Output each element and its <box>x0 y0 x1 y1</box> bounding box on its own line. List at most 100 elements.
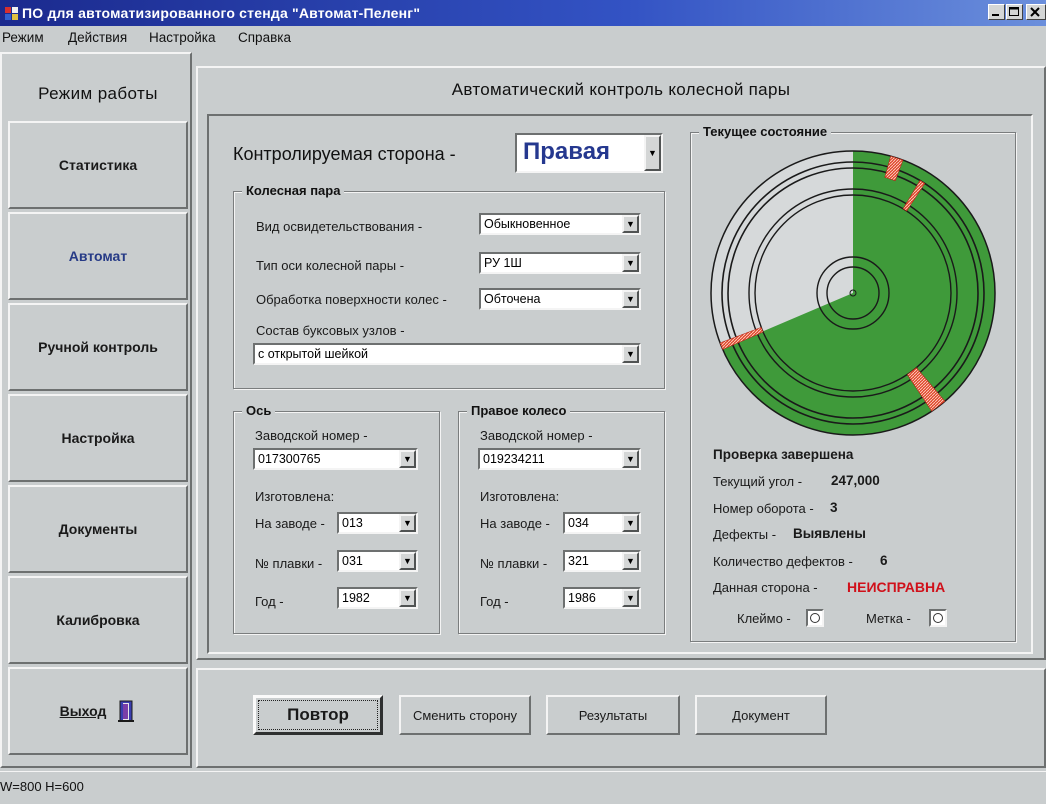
sidebar-item-exit[interactable]: Выход <box>8 667 188 755</box>
document-button[interactable]: Документ <box>695 695 827 735</box>
bearing-units-label: Состав буксовых узлов - <box>256 323 405 338</box>
current-state-title: Текущее состояние <box>699 124 832 139</box>
inspection-type-value: Обыкновенное <box>484 217 571 231</box>
page-title: Автоматический контроль колесной пары <box>451 80 791 99</box>
close-icon <box>1030 7 1040 17</box>
check-status: Проверка завершена <box>713 447 854 462</box>
sidebar-item-label: Настройка <box>61 430 135 446</box>
sidebar-item-calibration[interactable]: Калибровка <box>8 576 188 664</box>
surface-processing-label: Обработка поверхности колес - <box>256 292 447 307</box>
sidebar-item-label: Документы <box>58 521 138 537</box>
sidebar-item-statistics[interactable]: Статистика <box>8 121 188 209</box>
sidebar-item-label: Выход <box>59 703 107 719</box>
axle-type-label: Тип оси колесной пары - <box>256 258 405 273</box>
chevron-down-icon[interactable]: ▼ <box>622 345 639 363</box>
stamp-indicator[interactable] <box>806 609 824 627</box>
sidebar-item-label: Калибровка <box>56 612 140 628</box>
axle-group-title: Ось <box>242 403 276 418</box>
right-wheel-group-title: Правое колесо <box>467 403 571 418</box>
switch-side-button[interactable]: Сменить сторону <box>399 695 531 735</box>
chevron-down-icon[interactable]: ▼ <box>622 552 639 570</box>
menu-help[interactable]: Справка <box>238 30 291 45</box>
axle-year-select[interactable]: 1982 ▼ <box>337 587 418 609</box>
defect-count-value: 6 <box>880 553 888 568</box>
inspection-type-label: Вид освидетельствования - <box>256 219 423 234</box>
menu-actions[interactable]: Действия <box>68 30 127 45</box>
sidebar-item-settings[interactable]: Настройка <box>8 394 188 482</box>
minimize-button[interactable] <box>988 4 1005 20</box>
app-icon <box>5 7 18 20</box>
chevron-down-icon[interactable]: ▼ <box>399 552 416 570</box>
close-button[interactable] <box>1026 4 1046 20</box>
chevron-down-icon[interactable]: ▼ <box>622 254 639 272</box>
chevron-down-icon[interactable]: ▼ <box>622 514 639 532</box>
controlled-side-value: Правая <box>523 138 611 165</box>
axle-type-value: РУ 1Ш <box>484 256 522 270</box>
menu-settings[interactable]: Настройка <box>149 30 215 45</box>
results-button[interactable]: Результаты <box>546 695 680 735</box>
wheel-year-select[interactable]: 1986 ▼ <box>563 587 641 609</box>
axle-year-label: Год - <box>255 594 284 609</box>
sidebar-item-auto[interactable]: Автомат <box>8 212 188 300</box>
chevron-down-icon[interactable]: ▼ <box>622 450 639 468</box>
chevron-down-icon[interactable]: ▼ <box>622 215 639 233</box>
turn-number-value: 3 <box>830 500 838 515</box>
window-title: ПО для автоматизированного стенда "Автом… <box>22 5 421 21</box>
maximize-icon <box>1009 7 1019 16</box>
current-angle-label: Текущий угол - <box>713 474 803 489</box>
wheel-melt-value: 321 <box>568 554 589 568</box>
side-status-value: НЕИСПРАВНА <box>847 579 946 595</box>
wheel-plant-label: На заводе - <box>480 516 550 531</box>
chevron-down-icon[interactable]: ▼ <box>622 290 639 308</box>
surface-processing-select[interactable]: Обточена ▼ <box>479 288 641 310</box>
controlled-side-select[interactable]: Правая ▼ <box>515 133 663 173</box>
mark-label: Метка - <box>866 611 911 626</box>
sidebar-title: Режим работы <box>38 84 158 103</box>
wheel-year-value: 1986 <box>568 591 596 605</box>
current-angle-value: 247,000 <box>831 473 880 488</box>
bearing-units-value: с открытой шейкой <box>258 347 369 361</box>
wheel-year-label: Год - <box>480 594 509 609</box>
defects-value: Выявлены <box>793 526 866 541</box>
inspection-type-select[interactable]: Обыкновенное ▼ <box>479 213 641 235</box>
sidebar-item-documents[interactable]: Документы <box>8 485 188 573</box>
stamp-label: Клеймо - <box>737 611 791 626</box>
controlled-side-label: Контролируемая сторона - <box>233 144 456 164</box>
chevron-down-icon[interactable]: ▼ <box>399 514 416 532</box>
chevron-down-icon[interactable]: ▼ <box>399 589 416 607</box>
maximize-button[interactable] <box>1006 4 1023 20</box>
mark-indicator[interactable] <box>929 609 947 627</box>
sidebar-item-label: Ручной контроль <box>38 339 158 355</box>
chevron-down-icon[interactable]: ▼ <box>622 589 639 607</box>
axle-year-value: 1982 <box>342 591 370 605</box>
axle-plant-value: 013 <box>342 516 363 530</box>
side-status-label: Данная сторона - <box>713 580 818 595</box>
axle-plant-select[interactable]: 013 ▼ <box>337 512 418 534</box>
defects-label: Дефекты - <box>713 527 777 542</box>
wheel-serial-value: 019234211 <box>483 452 545 466</box>
wheel-melt-label: № плавки - <box>480 556 548 571</box>
bearing-units-select[interactable]: с открытой шейкой ▼ <box>253 343 641 365</box>
sidebar-item-label: Статистика <box>58 157 138 173</box>
wheel-serial-select[interactable]: 019234211 ▼ <box>478 448 641 470</box>
chevron-down-icon[interactable]: ▼ <box>644 135 661 171</box>
axle-melt-select[interactable]: 031 ▼ <box>337 550 418 572</box>
exit-door-icon <box>118 700 135 722</box>
chevron-down-icon[interactable]: ▼ <box>399 450 416 468</box>
axle-made-label: Изготовлена: <box>255 489 335 504</box>
wheel-plant-select[interactable]: 034 ▼ <box>563 512 641 534</box>
axle-serial-value: 017300765 <box>258 452 321 466</box>
menu-mode[interactable]: Режим <box>2 30 44 45</box>
wheel-melt-select[interactable]: 321 ▼ <box>563 550 641 572</box>
title-bar: ПО для автоматизированного стенда "Автом… <box>0 0 1046 26</box>
axle-melt-value: 031 <box>342 554 363 568</box>
repeat-button[interactable]: Повтор <box>253 695 383 735</box>
sidebar-item-label: Автомат <box>68 248 128 264</box>
wheel-made-label: Изготовлена: <box>480 489 560 504</box>
surface-processing-value: Обточена <box>484 292 541 306</box>
axle-type-select[interactable]: РУ 1Ш ▼ <box>479 252 641 274</box>
axle-serial-label: Заводской номер - <box>255 428 368 443</box>
axle-serial-select[interactable]: 017300765 ▼ <box>253 448 418 470</box>
turn-number-label: Номер оборота - <box>713 501 814 516</box>
sidebar-item-manual-control[interactable]: Ручной контроль <box>8 303 188 391</box>
